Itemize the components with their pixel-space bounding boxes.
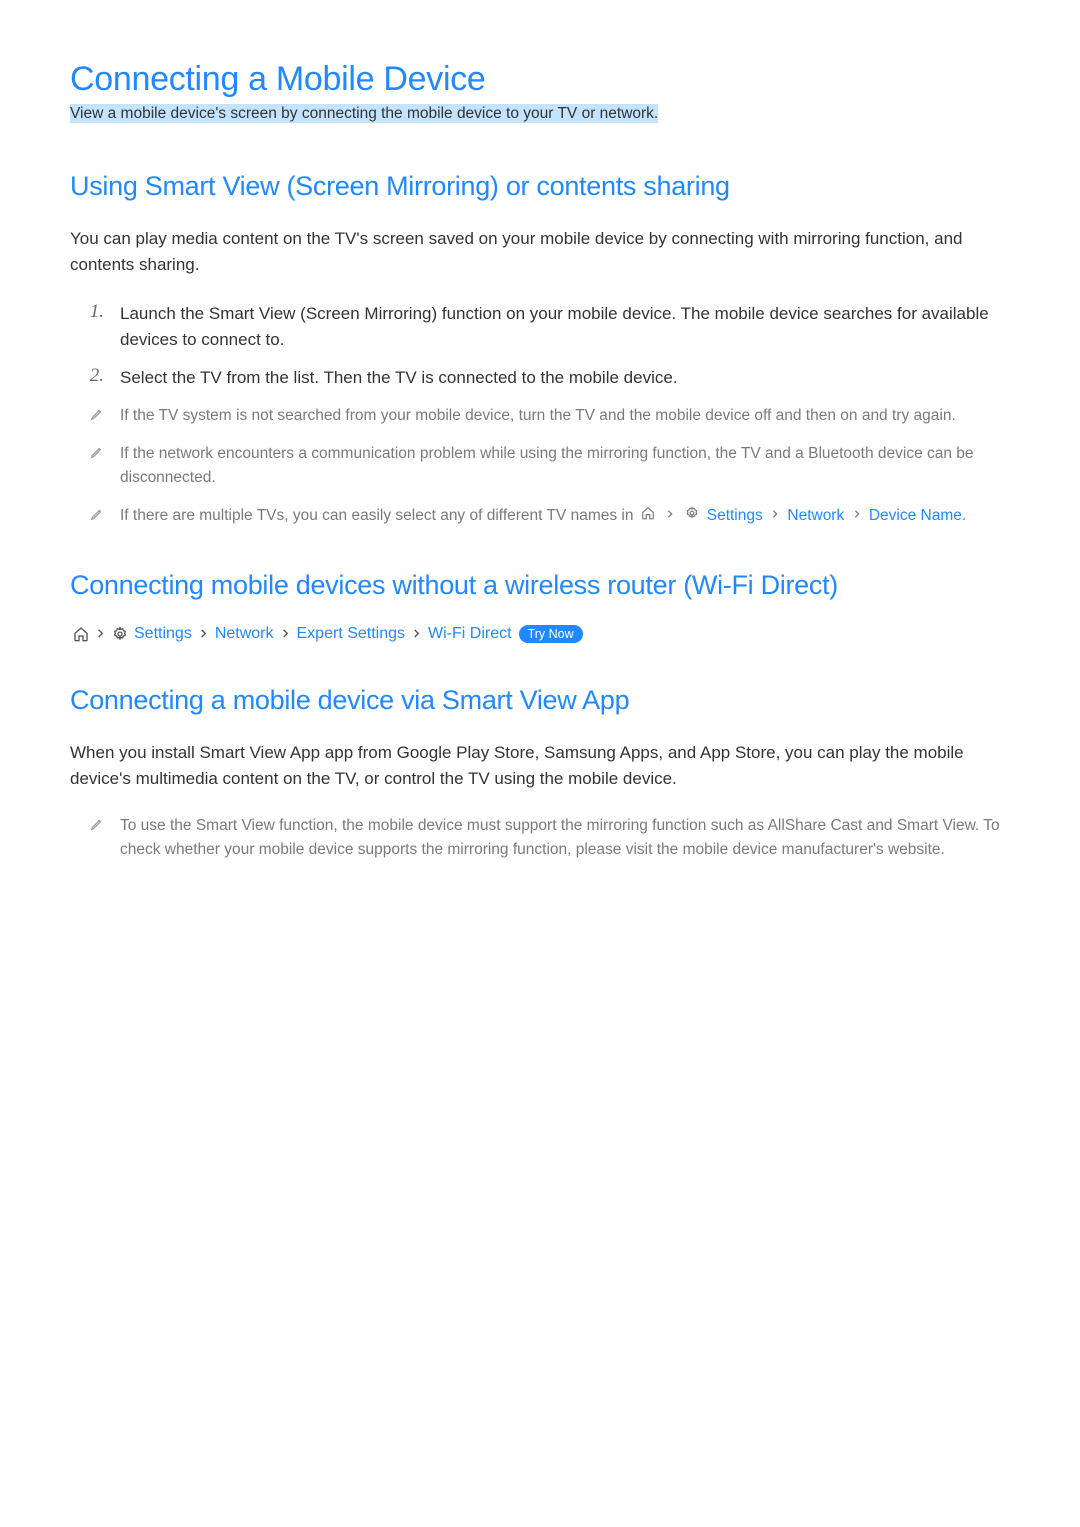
breadcrumb-wifi-direct[interactable]: Wi-Fi Direct: [428, 625, 512, 643]
chevron-right-icon: [95, 627, 106, 640]
breadcrumb-settings[interactable]: Settings: [707, 507, 763, 524]
pencil-icon: [70, 814, 104, 831]
breadcrumb-network[interactable]: Network: [215, 625, 274, 643]
gear-icon: [112, 626, 128, 642]
breadcrumb: Settings Network Expert Settings Wi-Fi D…: [70, 625, 1010, 643]
note-item: To use the Smart View function, the mobi…: [70, 814, 1010, 862]
breadcrumb-expert-settings[interactable]: Expert Settings: [297, 625, 406, 643]
try-now-badge[interactable]: Try Now: [519, 625, 583, 643]
page-subtitle: View a mobile device's screen by connect…: [70, 104, 658, 123]
notes-list: If the TV system is not searched from yo…: [70, 404, 1010, 528]
note-text: If the TV system is not searched from yo…: [120, 404, 1010, 428]
breadcrumb-device-name[interactable]: Device Name: [869, 507, 962, 524]
note-item: If there are multiple TVs, you can easil…: [70, 504, 1010, 528]
steps-list: 1. Launch the Smart View (Screen Mirrori…: [70, 301, 1010, 392]
chevron-right-icon: [852, 508, 862, 520]
chevron-right-icon: [411, 627, 422, 640]
gear-icon: [685, 506, 699, 520]
step-number: 1.: [70, 301, 104, 323]
step-number: 2.: [70, 365, 104, 387]
note-text: To use the Smart View function, the mobi…: [120, 814, 1010, 862]
step-text: Select the TV from the list. Then the TV…: [120, 365, 1010, 391]
section-heading-smart-view: Using Smart View (Screen Mirroring) or c…: [70, 171, 1010, 202]
note-item: If the network encounters a communicatio…: [70, 442, 1010, 490]
section-wifi-direct: Connecting mobile devices without a wire…: [70, 570, 1010, 643]
section-heading-smart-view-app: Connecting a mobile device via Smart Vie…: [70, 685, 1010, 716]
home-icon: [73, 626, 89, 642]
pencil-icon: [70, 404, 104, 421]
pencil-icon: [70, 504, 104, 521]
chevron-right-icon: [770, 508, 780, 520]
step-item: 1. Launch the Smart View (Screen Mirrori…: [70, 301, 1010, 354]
page-title: Connecting a Mobile Device: [70, 60, 1010, 99]
note-item: If the TV system is not searched from yo…: [70, 404, 1010, 428]
section-smart-view: Using Smart View (Screen Mirroring) or c…: [70, 171, 1010, 528]
pencil-icon: [70, 442, 104, 459]
step-item: 2. Select the TV from the list. Then the…: [70, 365, 1010, 391]
notes-list: To use the Smart View function, the mobi…: [70, 814, 1010, 862]
step-text: Launch the Smart View (Screen Mirroring)…: [120, 301, 1010, 354]
section-heading-wifi-direct: Connecting mobile devices without a wire…: [70, 570, 1010, 601]
section-intro-smart-view-app: When you install Smart View App app from…: [70, 740, 1010, 793]
chevron-right-icon: [198, 627, 209, 640]
note-text: If there are multiple TVs, you can easil…: [120, 504, 1010, 528]
breadcrumb-network[interactable]: Network: [787, 507, 844, 524]
section-intro-smart-view: You can play media content on the TV's s…: [70, 226, 1010, 279]
breadcrumb-settings[interactable]: Settings: [134, 625, 192, 643]
note-prefix: If there are multiple TVs, you can easil…: [120, 507, 638, 524]
chevron-right-icon: [280, 627, 291, 640]
chevron-right-icon: [665, 508, 675, 520]
note-text: If the network encounters a communicatio…: [120, 442, 1010, 490]
section-smart-view-app: Connecting a mobile device via Smart Vie…: [70, 685, 1010, 863]
home-icon: [641, 506, 655, 520]
page-subtitle-wrap: View a mobile device's screen by connect…: [70, 105, 1010, 123]
